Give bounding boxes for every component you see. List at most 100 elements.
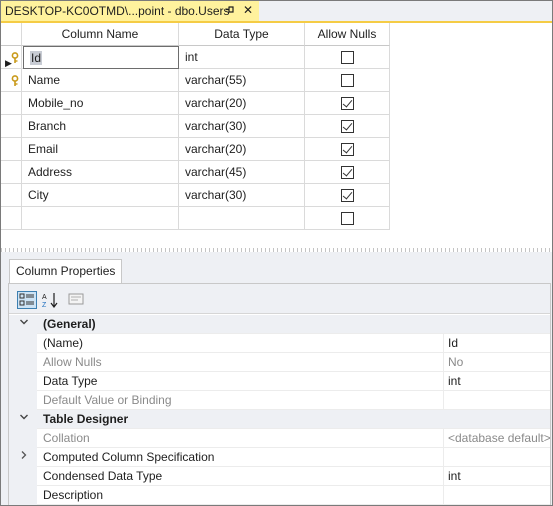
grid-body: ▶ Id int Name varchar(55) Mobile_no varchar(20… bbox=[1, 46, 390, 230]
table-row[interactable]: Branch varchar(30) bbox=[1, 115, 390, 138]
data-type-cell[interactable]: varchar(55) bbox=[179, 69, 305, 92]
property-value[interactable] bbox=[443, 391, 550, 410]
property-value[interactable] bbox=[443, 486, 550, 505]
document-tab[interactable]: DESKTOP-KC0OTMD\...point - dbo.Users ✕ bbox=[1, 1, 259, 23]
property-name: Description bbox=[43, 488, 104, 502]
property-gutter bbox=[9, 372, 37, 391]
tab-column-properties[interactable]: Column Properties bbox=[9, 259, 122, 283]
column-name-value[interactable]: Id bbox=[30, 51, 43, 65]
property-row[interactable]: Computed Column Specification bbox=[9, 448, 550, 467]
property-gutter bbox=[9, 315, 37, 334]
pin-icon[interactable] bbox=[225, 4, 236, 18]
header-allow-nulls[interactable]: Allow Nulls bbox=[305, 23, 390, 46]
column-name-cell[interactable]: City bbox=[22, 184, 179, 207]
property-row[interactable]: Data Type int bbox=[9, 372, 550, 391]
allow-nulls-cell[interactable] bbox=[305, 184, 390, 207]
allow-nulls-checkbox[interactable] bbox=[341, 143, 354, 156]
property-row[interactable]: Condensed Data Type int bbox=[9, 467, 550, 486]
column-name-value: City bbox=[28, 188, 49, 202]
allow-nulls-cell[interactable] bbox=[305, 92, 390, 115]
allow-nulls-checkbox[interactable] bbox=[341, 212, 354, 225]
property-gutter bbox=[9, 429, 37, 448]
data-type-cell[interactable]: varchar(30) bbox=[179, 115, 305, 138]
allow-nulls-cell[interactable] bbox=[305, 207, 390, 230]
property-category[interactable]: (General) bbox=[9, 315, 550, 334]
property-gutter bbox=[9, 334, 37, 353]
svg-text:Z: Z bbox=[42, 302, 47, 309]
table-row[interactable]: Email varchar(20) bbox=[1, 138, 390, 161]
row-selector[interactable] bbox=[1, 161, 22, 184]
svg-text:A: A bbox=[42, 294, 47, 301]
row-selector[interactable] bbox=[1, 69, 22, 92]
row-selector[interactable]: ▶ bbox=[1, 46, 22, 69]
property-value[interactable]: int bbox=[443, 467, 550, 486]
allow-nulls-cell[interactable] bbox=[305, 46, 390, 69]
property-value[interactable]: int bbox=[443, 372, 550, 391]
column-name-cell[interactable]: Mobile_no bbox=[22, 92, 179, 115]
table-row[interactable]: Address varchar(45) bbox=[1, 161, 390, 184]
close-tab-button[interactable]: ✕ bbox=[243, 3, 253, 17]
row-selector[interactable] bbox=[1, 184, 22, 207]
allow-nulls-checkbox[interactable] bbox=[341, 189, 354, 202]
data-type-value: varchar(20) bbox=[185, 96, 247, 110]
column-name-cell[interactable]: Name bbox=[22, 69, 179, 92]
allow-nulls-checkbox[interactable] bbox=[341, 166, 354, 179]
allow-nulls-cell[interactable] bbox=[305, 161, 390, 184]
row-selector[interactable] bbox=[1, 92, 22, 115]
allow-nulls-cell[interactable] bbox=[305, 115, 390, 138]
table-row[interactable]: ▶ Id int bbox=[1, 46, 390, 69]
property-category[interactable]: Table Designer bbox=[9, 410, 550, 429]
allow-nulls-checkbox[interactable] bbox=[341, 97, 354, 110]
property-row[interactable]: Allow Nulls No bbox=[9, 353, 550, 372]
collapse-chevron-icon[interactable] bbox=[19, 317, 29, 330]
data-type-cell[interactable]: varchar(30) bbox=[179, 184, 305, 207]
data-type-cell[interactable]: varchar(20) bbox=[179, 138, 305, 161]
property-row[interactable]: Description bbox=[9, 486, 550, 505]
property-row[interactable]: Collation <database default> bbox=[9, 429, 550, 448]
property-value[interactable]: Id bbox=[443, 334, 550, 353]
property-name: Default Value or Binding bbox=[43, 393, 172, 407]
expand-chevron-icon[interactable] bbox=[19, 450, 29, 463]
column-name-cell[interactable]: Branch bbox=[22, 115, 179, 138]
property-value[interactable]: <database default> bbox=[443, 429, 550, 448]
allow-nulls-checkbox[interactable] bbox=[341, 51, 354, 64]
table-row[interactable]: Mobile_no varchar(20) bbox=[1, 92, 390, 115]
property-gutter bbox=[9, 353, 37, 372]
properties-toolbar: A Z bbox=[9, 284, 550, 314]
alphabetical-sort-icon[interactable]: A Z bbox=[41, 291, 61, 309]
property-gutter bbox=[9, 467, 37, 486]
column-name-cell[interactable] bbox=[22, 207, 179, 230]
property-name: Collation bbox=[43, 431, 90, 445]
column-name-cell[interactable]: Email bbox=[22, 138, 179, 161]
data-type-cell[interactable] bbox=[179, 207, 305, 230]
allow-nulls-cell[interactable] bbox=[305, 69, 390, 92]
column-name-input[interactable]: Id bbox=[23, 46, 179, 69]
table-row[interactable] bbox=[1, 207, 390, 230]
data-type-value: varchar(55) bbox=[185, 73, 247, 87]
property-value[interactable] bbox=[443, 448, 550, 467]
allow-nulls-cell[interactable] bbox=[305, 138, 390, 161]
table-row[interactable]: City varchar(30) bbox=[1, 184, 390, 207]
property-grid: (General) (Name) Id Allow Nulls No Data Type i… bbox=[9, 315, 550, 505]
row-selector[interactable] bbox=[1, 115, 22, 138]
header-data-type[interactable]: Data Type bbox=[179, 23, 305, 46]
data-type-cell[interactable]: varchar(20) bbox=[179, 92, 305, 115]
allow-nulls-checkbox[interactable] bbox=[341, 74, 354, 87]
row-selector[interactable] bbox=[1, 207, 22, 230]
categorized-icon[interactable] bbox=[17, 291, 37, 309]
column-name-cell[interactable]: Address bbox=[22, 161, 179, 184]
property-gutter bbox=[9, 391, 37, 410]
property-row[interactable]: Default Value or Binding bbox=[9, 391, 550, 410]
table-row[interactable]: Name varchar(55) bbox=[1, 69, 390, 92]
header-column-name[interactable]: Column Name bbox=[22, 23, 179, 46]
column-name-value: Address bbox=[28, 165, 73, 179]
row-selector[interactable] bbox=[1, 138, 22, 161]
property-row[interactable]: (Name) Id bbox=[9, 334, 550, 353]
property-value[interactable]: No bbox=[443, 353, 550, 372]
allow-nulls-checkbox[interactable] bbox=[341, 120, 354, 133]
property-gutter bbox=[9, 448, 37, 467]
collapse-chevron-icon[interactable] bbox=[19, 412, 29, 425]
data-type-cell[interactable]: int bbox=[179, 46, 305, 69]
data-type-cell[interactable]: varchar(45) bbox=[179, 161, 305, 184]
column-name-value: Email bbox=[28, 142, 59, 156]
